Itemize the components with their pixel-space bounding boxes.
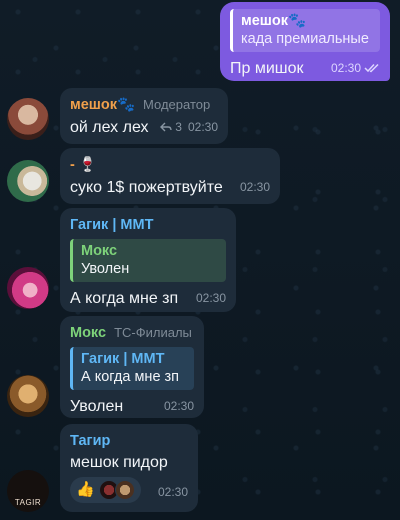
sender-name[interactable]: Тагир — [70, 431, 110, 451]
incoming-message[interactable]: Тагир мешок пидор 👍 02:30 — [60, 424, 198, 512]
avatar[interactable] — [7, 98, 49, 140]
reply-quote[interactable]: Гагик | ММТ А когда мне зп — [70, 347, 194, 390]
quote-sender: Мокс — [81, 243, 118, 259]
avatar[interactable]: TAGIR — [7, 470, 49, 512]
avatar[interactable] — [7, 375, 49, 417]
sender-role: Модератор — [143, 97, 211, 112]
sender-name[interactable]: - 🍷 — [70, 155, 97, 175]
sender-role: ТС-Филиалы — [114, 325, 192, 340]
message-text: А когда мне зп — [70, 290, 179, 307]
message-text: суко 1$ пожертвуйте — [70, 179, 223, 196]
avatar-label: TAGIR — [14, 498, 42, 507]
message-text: ой лех лех — [70, 119, 149, 136]
quote-sender: мешок🐾 — [241, 13, 307, 29]
message-time: 02:30 — [331, 58, 380, 79]
sender-name[interactable]: Гагик | ММТ — [70, 215, 153, 235]
reply-quote[interactable]: Мокс Уволен — [70, 239, 226, 282]
sender-name[interactable]: мешок🐾 — [70, 95, 135, 115]
avatar[interactable] — [7, 267, 49, 309]
message-time: 02:30 — [163, 399, 194, 413]
incoming-message[interactable]: мешок🐾 Модератор ой лех лех 3 02:30 — [60, 88, 228, 144]
quote-sender: Гагик | ММТ — [81, 351, 165, 367]
message-time: 02:30 — [239, 180, 270, 194]
outgoing-message[interactable]: мешок🐾 када премиальные Пр мишок 02:30 — [220, 2, 390, 81]
reply-icon — [160, 122, 172, 132]
reaction-pill[interactable]: 👍 — [70, 477, 141, 503]
reply-quote[interactable]: мешок🐾 када премиальные — [230, 9, 380, 52]
avatar[interactable] — [7, 160, 49, 202]
message-time: 02:30 — [195, 291, 226, 305]
quote-text: када премиальные — [241, 31, 369, 47]
double-check-icon — [364, 63, 379, 73]
message-time: 02:30 — [157, 485, 188, 499]
message-text: Пр мишок — [230, 60, 304, 77]
incoming-message[interactable]: Гагик | ММТ Мокс Уволен А когда мне зп 0… — [60, 208, 236, 312]
quote-text: А когда мне зп — [81, 369, 180, 385]
reactor-avatar — [114, 480, 135, 500]
replies-count[interactable]: 3 — [160, 117, 182, 137]
thumbs-up-icon: 👍 — [76, 481, 95, 498]
quote-text: Уволен — [81, 261, 130, 277]
message-meta: 3 02:30 — [160, 117, 218, 138]
incoming-message[interactable]: - 🍷 суко 1$ пожертвуйте 02:30 — [60, 148, 280, 204]
sender-name[interactable]: Мокс — [70, 323, 106, 343]
incoming-message[interactable]: Мокс ТС-Филиалы Гагик | ММТ А когда мне … — [60, 316, 204, 418]
message-text: мешок пидор — [70, 454, 168, 471]
message-text: Уволен — [70, 398, 124, 415]
